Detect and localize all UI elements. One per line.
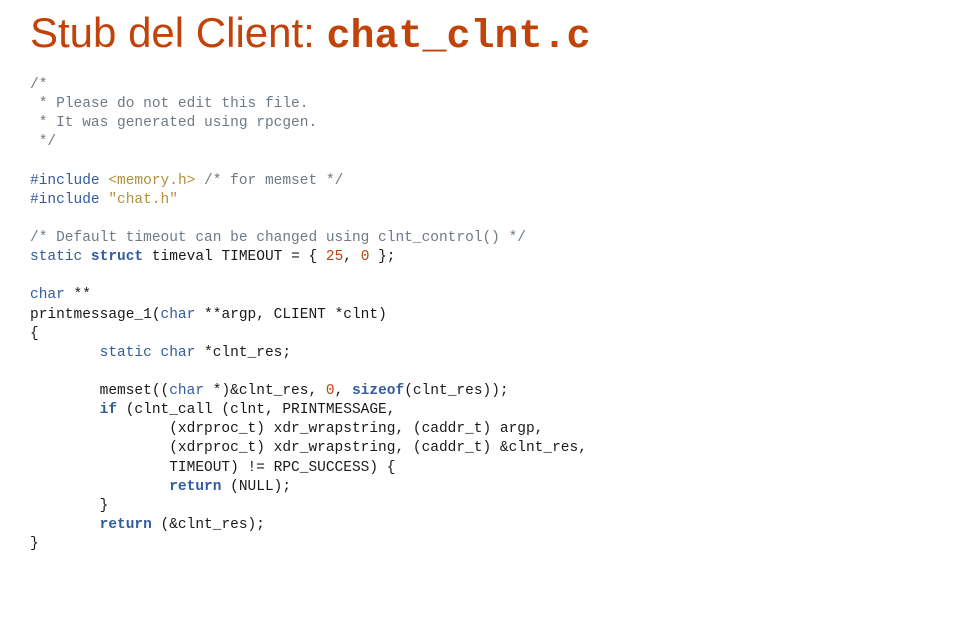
code-line: (xdrproc_t) xdr_wrapstring, (caddr_t) &c… [30, 440, 587, 456]
code-token: "chat.h" [100, 192, 178, 208]
code-line: * Please do not edit this file. [30, 96, 308, 112]
code-token: }; [369, 249, 395, 265]
code-token: <memory.h> [100, 173, 204, 189]
page-title: Stub del Client: chat_clnt.c [30, 10, 929, 60]
code-token: #include [30, 192, 100, 208]
code-token: static [30, 345, 152, 361]
code-token: struct [82, 249, 143, 265]
code-token: sizeof [352, 383, 404, 399]
code-line: { [30, 326, 39, 342]
code-line: } [30, 498, 108, 514]
code-line: TIMEOUT) != RPC_SUCCESS) { [30, 460, 395, 476]
code-token: char [152, 345, 196, 361]
code-token: ** [65, 287, 91, 303]
code-token: printmessage_1( [30, 307, 161, 323]
code-token: memset(( [30, 383, 169, 399]
slide-page: Stub del Client: chat_clnt.c /* * Please… [0, 0, 959, 554]
code-token: /* for memset */ [204, 173, 343, 189]
code-block: /* * Please do not edit this file. * It … [30, 76, 929, 554]
code-line: (xdrproc_t) xdr_wrapstring, (caddr_t) ar… [30, 421, 543, 437]
code-token: , [343, 249, 360, 265]
code-token: 25 [326, 249, 343, 265]
code-token: timeval TIMEOUT = { [143, 249, 326, 265]
code-line: /* Default timeout can be changed using … [30, 230, 526, 246]
code-token: char [30, 287, 65, 303]
code-token: if [30, 402, 117, 418]
code-token: , [335, 383, 352, 399]
code-token: *)&clnt_res, [204, 383, 326, 399]
title-mono: chat_clnt.c [327, 15, 591, 60]
code-token: return [30, 517, 152, 533]
code-token: static [30, 249, 82, 265]
code-line: } [30, 536, 39, 552]
code-token: *clnt_res; [195, 345, 291, 361]
code-token: (clnt_res)); [404, 383, 508, 399]
code-token: char [169, 383, 204, 399]
code-token: return [30, 479, 221, 495]
code-line: */ [30, 134, 56, 150]
code-line: /* [30, 77, 47, 93]
code-token: (&clnt_res); [152, 517, 265, 533]
code-token: 0 [326, 383, 335, 399]
code-token: #include [30, 173, 100, 189]
code-token: **argp, CLIENT *clnt) [195, 307, 386, 323]
code-token: (clnt_call (clnt, PRINTMESSAGE, [117, 402, 395, 418]
title-sans: Stub del Client: [30, 9, 327, 56]
code-line: * It was generated using rpcgen. [30, 115, 317, 131]
code-token: (NULL); [221, 479, 291, 495]
code-token: char [161, 307, 196, 323]
